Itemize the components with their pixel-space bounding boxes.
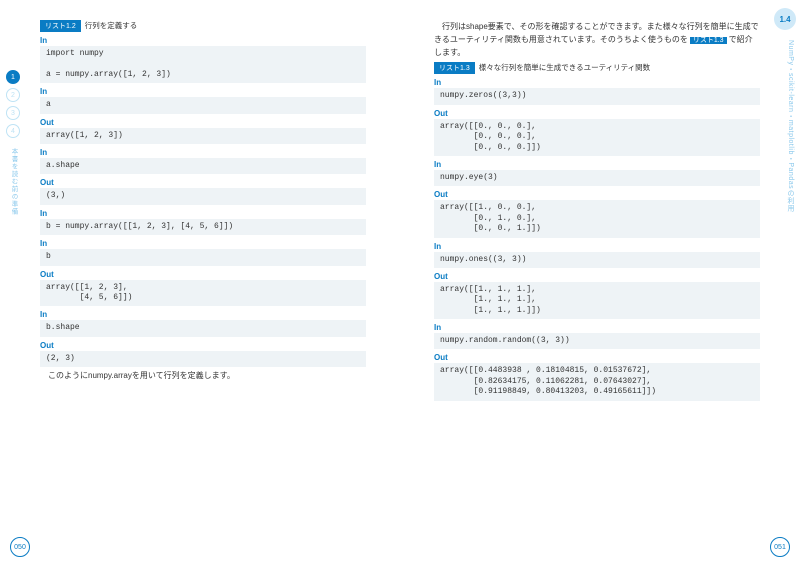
listing-caption-left-text: 行列を定義する bbox=[85, 21, 138, 30]
side-nav: 1 2 3 4 本書を読む前の準備 bbox=[4, 70, 22, 216]
right-page: 1.4 NumPy・scikit-learn・matplotlib・Pandas… bbox=[398, 0, 800, 567]
code-block: a.shape bbox=[40, 158, 366, 174]
code-block: numpy.random.random((3, 3)) bbox=[434, 333, 760, 349]
code-block: array([[1., 0., 0.], [0., 1., 0.], [0., … bbox=[434, 200, 760, 237]
nav-dot-1: 1 bbox=[6, 70, 20, 84]
cell-label: Out bbox=[40, 178, 366, 187]
code-block: array([[0.4483938 , 0.18104815, 0.015376… bbox=[434, 363, 760, 400]
code-block: b = numpy.array([[1, 2, 3], [4, 5, 6]]) bbox=[40, 219, 366, 235]
listing-tag-left: リスト1.2 bbox=[40, 20, 81, 32]
cell-label: In bbox=[434, 323, 760, 332]
nav-vtext: 本書を読む前の準備 bbox=[8, 148, 18, 216]
cell-label: Out bbox=[434, 272, 760, 281]
left-cells: Inimport numpy a = numpy.array([1, 2, 3]… bbox=[40, 36, 366, 367]
code-block: numpy.zeros((3,3)) bbox=[434, 88, 760, 104]
left-page: 1 2 3 4 本書を読む前の準備 リスト1.2行列を定義する Inimport… bbox=[0, 0, 398, 567]
code-block: import numpy a = numpy.array([1, 2, 3]) bbox=[40, 46, 366, 83]
cell-label: Out bbox=[40, 118, 366, 127]
nav-dot-3: 3 bbox=[6, 106, 20, 120]
code-block: array([[1., 1., 1.], [1., 1., 1.], [1., … bbox=[434, 282, 760, 319]
cell-label: In bbox=[40, 239, 366, 248]
listing-tag-right: リスト1.3 bbox=[434, 62, 475, 74]
code-block: (2, 3) bbox=[40, 351, 366, 367]
code-block: (3,) bbox=[40, 188, 366, 204]
cell-label: In bbox=[40, 87, 366, 96]
code-block: array([[0., 0., 0.], [0., 0., 0.], [0., … bbox=[434, 119, 760, 156]
right-pagenum: 051 bbox=[770, 537, 790, 557]
code-block: numpy.ones((3, 3)) bbox=[434, 252, 760, 268]
code-block: a bbox=[40, 97, 366, 113]
listing-caption-right: リスト1.3 様々な行列を簡単に生成できるユーティリティ関数 bbox=[434, 62, 760, 74]
cell-label: In bbox=[434, 242, 760, 251]
cell-label: Out bbox=[40, 341, 366, 350]
nav-dot-4: 4 bbox=[6, 124, 20, 138]
cell-label: In bbox=[434, 160, 760, 169]
right-vtext: NumPy・scikit-learn・matplotlib・Pandasの利用 bbox=[785, 40, 795, 212]
cell-label: In bbox=[40, 310, 366, 319]
code-block: numpy.eye(3) bbox=[434, 170, 760, 186]
right-cells: Innumpy.zeros((3,3))Outarray([[0., 0., 0… bbox=[434, 78, 760, 400]
code-block: b.shape bbox=[40, 320, 366, 336]
cell-label: Out bbox=[40, 270, 366, 279]
cell-label: In bbox=[434, 78, 760, 87]
cell-label: In bbox=[40, 36, 366, 45]
left-footer-text: このようにnumpy.arrayを用いて行列を定義します。 bbox=[40, 370, 366, 383]
inline-listing-tag: リスト1.3 bbox=[690, 37, 727, 44]
cell-label: Out bbox=[434, 353, 760, 362]
cell-label: Out bbox=[434, 109, 760, 118]
nav-dot-2: 2 bbox=[6, 88, 20, 102]
cell-label: In bbox=[40, 209, 366, 218]
code-block: array([[1, 2, 3], [4, 5, 6]]) bbox=[40, 280, 366, 307]
left-pagenum: 050 bbox=[10, 537, 30, 557]
right-intro: 行列はshape要素で、その形を確認することができます。また様々な行列を簡単に生… bbox=[434, 21, 760, 59]
listing-caption-right-text: 様々な行列を簡単に生成できるユーティリティ関数 bbox=[479, 63, 650, 72]
cell-label: Out bbox=[434, 190, 760, 199]
listing-caption-left: リスト1.2 行列を定義する bbox=[40, 20, 366, 32]
code-block: b bbox=[40, 249, 366, 265]
cell-label: In bbox=[40, 148, 366, 157]
code-block: array([1, 2, 3]) bbox=[40, 128, 366, 144]
section-tag: 1.4 bbox=[774, 8, 796, 30]
